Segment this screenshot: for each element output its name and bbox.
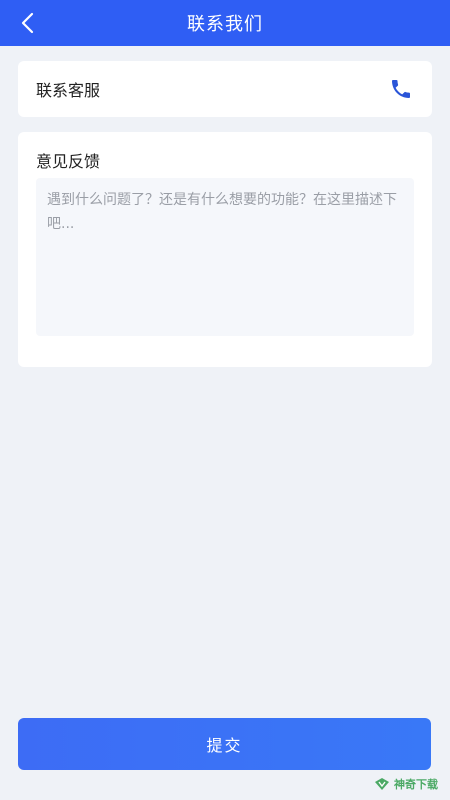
feedback-card: 意见反馈 — [18, 132, 432, 367]
contact-service-row[interactable]: 联系客服 — [18, 61, 432, 117]
watermark-text: 神奇下载 — [394, 778, 438, 791]
watermark-logo-icon — [375, 778, 389, 790]
feedback-input[interactable] — [36, 178, 414, 336]
contact-service-label: 联系客服 — [36, 81, 101, 100]
contact-us-page: 联系我们 联系客服 意见反馈 提交 神奇下载 — [0, 0, 450, 800]
nav-bar: 联系我们 — [0, 0, 450, 46]
phone-icon[interactable] — [388, 76, 414, 102]
page-title: 联系我们 — [187, 14, 263, 35]
chevron-left-icon — [21, 12, 34, 34]
watermark: 神奇下载 — [374, 776, 438, 792]
feedback-title: 意见反馈 — [36, 152, 101, 171]
submit-button[interactable]: 提交 — [18, 718, 431, 770]
back-button[interactable] — [12, 8, 42, 38]
